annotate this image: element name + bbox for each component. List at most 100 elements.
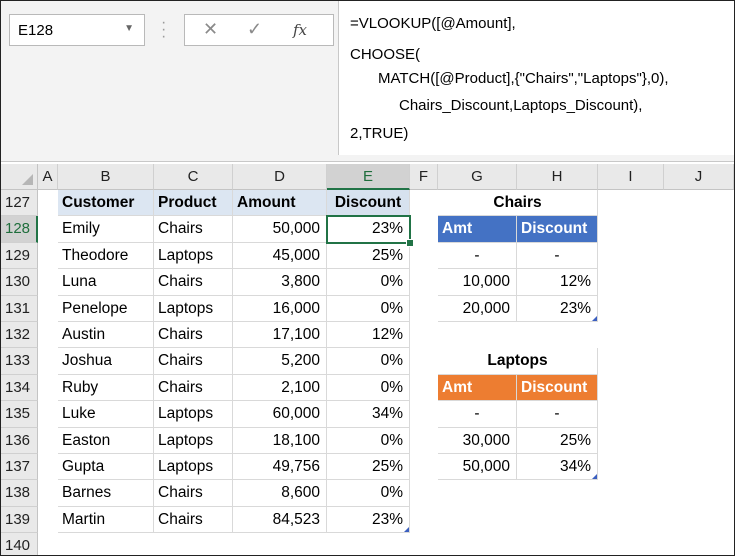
table-cell-product[interactable]: Chairs	[154, 374, 233, 402]
table-cell-product[interactable]: Laptops	[154, 454, 233, 481]
row-header-127[interactable]: 127	[1, 190, 38, 217]
laptops-table-header-amt[interactable]: Amt	[438, 374, 517, 402]
table-cell-customer[interactable]: Ruby	[58, 374, 154, 402]
chairs-table-resize-handle-icon[interactable]	[592, 316, 597, 321]
table-cell-amount[interactable]: 84,523	[233, 506, 327, 534]
row-header-132[interactable]: 132	[1, 322, 38, 349]
table-cell-amount[interactable]: 50,000	[233, 216, 327, 243]
table-cell-discount[interactable]: 0%	[327, 374, 410, 402]
chairs-table-cell-amt[interactable]: 20,000	[438, 295, 517, 322]
chairs-table-cell-discount[interactable]: 12%	[517, 269, 598, 296]
table-cell-discount[interactable]: 0%	[327, 348, 410, 375]
table-cell-product[interactable]: Chairs	[154, 269, 233, 296]
table-cell-amount[interactable]: 16,000	[233, 295, 327, 322]
row-header-139[interactable]: 139	[1, 506, 38, 534]
insert-function-icon[interactable]: fx	[293, 21, 307, 39]
table-cell-discount[interactable]: 0%	[327, 269, 410, 296]
table-cell-customer[interactable]: Gupta	[58, 454, 154, 481]
table-cell-amount[interactable]: 17,100	[233, 322, 327, 349]
table-cell-discount[interactable]: 0%	[327, 427, 410, 454]
table-cell-amount[interactable]: 45,000	[233, 242, 327, 270]
column-header-g[interactable]: G	[438, 164, 517, 190]
column-header-d[interactable]: D	[233, 164, 327, 190]
table-cell-product[interactable]: Chairs	[154, 348, 233, 375]
row-header-136[interactable]: 136	[1, 427, 38, 454]
table-cell-amount[interactable]: 8,600	[233, 480, 327, 507]
table-header-product[interactable]: Product	[154, 190, 233, 217]
table-cell-customer[interactable]: Penelope	[58, 295, 154, 322]
column-header-j[interactable]: J	[664, 164, 734, 190]
table-cell-product[interactable]: Chairs	[154, 322, 233, 349]
table-cell-discount[interactable]: 0%	[327, 295, 410, 322]
table-cell-discount[interactable]: 25%	[327, 454, 410, 481]
chairs-table-header-discount[interactable]: Discount	[517, 216, 598, 243]
column-header-f[interactable]: F	[410, 164, 438, 190]
row-header-134[interactable]: 134	[1, 374, 38, 402]
cancel-icon[interactable]: ✕	[203, 19, 218, 40]
table-cell-customer[interactable]: Emily	[58, 216, 154, 243]
row-header-128[interactable]: 128	[1, 216, 38, 243]
table-header-discount[interactable]: Discount	[327, 190, 410, 217]
laptops-table-cell-amt[interactable]: 30,000	[438, 427, 517, 454]
row-header-138[interactable]: 138	[1, 480, 38, 507]
table-cell-discount[interactable]: 12%	[327, 322, 410, 349]
table-cell-discount[interactable]: 23%	[327, 506, 410, 534]
table-resize-handle-icon[interactable]	[404, 527, 409, 533]
table-cell-discount[interactable]: 0%	[327, 480, 410, 507]
chairs-table-cell-amt[interactable]: -	[438, 242, 517, 270]
laptops-table-cell-discount[interactable]: -	[517, 401, 598, 428]
column-header-h[interactable]: H	[517, 164, 598, 190]
column-header-e[interactable]: E	[327, 164, 410, 190]
table-cell-customer[interactable]: Luna	[58, 269, 154, 296]
table-cell-customer[interactable]: Joshua	[58, 348, 154, 375]
table-cell-amount[interactable]: 3,800	[233, 269, 327, 296]
laptops-table-header-discount[interactable]: Discount	[517, 374, 598, 402]
column-header-i[interactable]: I	[598, 164, 664, 190]
table-cell-amount[interactable]: 2,100	[233, 374, 327, 402]
chevron-down-icon[interactable]: ▼	[124, 23, 134, 34]
table-cell-discount[interactable]: 25%	[327, 242, 410, 270]
column-header-b[interactable]: B	[58, 164, 154, 190]
table-cell-discount[interactable]: 34%	[327, 401, 410, 428]
table-header-customer[interactable]: Customer	[58, 190, 154, 217]
table-cell-customer[interactable]: Barnes	[58, 480, 154, 507]
active-cell-outline[interactable]	[326, 215, 411, 244]
row-header-135[interactable]: 135	[1, 401, 38, 428]
column-header-a[interactable]: A	[38, 164, 58, 190]
drag-handle-icon[interactable]: · · ·	[161, 15, 167, 45]
table-cell-product[interactable]: Chairs	[154, 480, 233, 507]
chairs-table-cell-amt[interactable]: 10,000	[438, 269, 517, 296]
enter-check-icon[interactable]: ✓	[247, 19, 262, 40]
laptops-table-resize-handle-icon[interactable]	[592, 474, 597, 480]
chairs-table-cell-discount[interactable]: -	[517, 242, 598, 270]
laptops-table-cell-amt[interactable]: 50,000	[438, 454, 517, 481]
name-box[interactable]: E128 ▼	[9, 14, 145, 46]
table-cell-amount[interactable]: 18,100	[233, 427, 327, 454]
select-all-corner[interactable]	[1, 164, 38, 190]
chairs-table-cell-discount[interactable]: 23%	[517, 295, 598, 322]
column-header-c[interactable]: C	[154, 164, 233, 190]
laptops-table-cell-discount[interactable]: 25%	[517, 427, 598, 454]
table-cell-amount[interactable]: 49,756	[233, 454, 327, 481]
table-cell-product[interactable]: Laptops	[154, 295, 233, 322]
table-cell-customer[interactable]: Martin	[58, 506, 154, 534]
table-cell-product[interactable]: Laptops	[154, 401, 233, 428]
table-cell-product[interactable]: Chairs	[154, 216, 233, 243]
chairs-table-header-amt[interactable]: Amt	[438, 216, 517, 243]
table-cell-customer[interactable]: Austin	[58, 322, 154, 349]
row-header-133[interactable]: 133	[1, 348, 38, 375]
table-cell-customer[interactable]: Easton	[58, 427, 154, 454]
table-cell-product[interactable]: Chairs	[154, 506, 233, 534]
chairs-table-title[interactable]: Chairs	[438, 190, 598, 217]
table-cell-customer[interactable]: Luke	[58, 401, 154, 428]
laptops-table-cell-discount[interactable]: 34%	[517, 454, 598, 481]
table-cell-amount[interactable]: 60,000	[233, 401, 327, 428]
table-cell-product[interactable]: Laptops	[154, 242, 233, 270]
laptops-table-cell-amt[interactable]: -	[438, 401, 517, 428]
table-cell-customer[interactable]: Theodore	[58, 242, 154, 270]
formula-input[interactable]: =VLOOKUP([@Amount], CHOOSE( MATCH([@Prod…	[338, 1, 734, 155]
row-header-137[interactable]: 137	[1, 454, 38, 481]
table-header-amount[interactable]: Amount	[233, 190, 327, 217]
row-header-129[interactable]: 129	[1, 242, 38, 270]
laptops-table-title[interactable]: Laptops	[438, 348, 598, 375]
